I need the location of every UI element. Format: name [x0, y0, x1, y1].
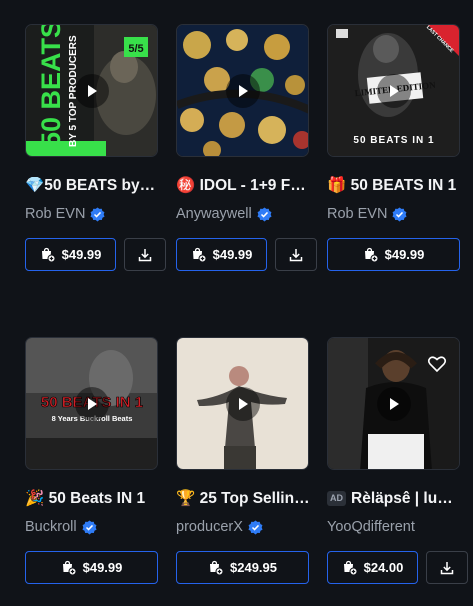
producer-name[interactable]: Buckroll	[25, 518, 77, 536]
add-to-cart-button[interactable]: $249.95	[176, 551, 309, 584]
beat-cover[interactable]	[176, 24, 309, 157]
producer-name[interactable]: Rob EVN	[25, 205, 85, 223]
producer-name[interactable]: Rob EVN	[327, 205, 387, 223]
price-label: $249.95	[230, 560, 277, 575]
beat-card[interactable]: 🏆 25 Top Selling Beats producerX $249.95	[176, 337, 310, 584]
price-label: $49.99	[212, 247, 253, 262]
beat-grid: 5/5 50 BEATS BY 5 TOP PRODUCERS 💎50 BEAT…	[0, 0, 473, 606]
play-icon[interactable]	[376, 386, 411, 421]
beat-card[interactable]: AD Rèläpsê | lunchbox YooQdifferent $24.0…	[327, 337, 468, 584]
add-to-cart-button[interactable]: $49.99	[327, 238, 460, 271]
beat-title[interactable]: 🎁 50 BEATS IN 1	[327, 176, 461, 196]
download-button[interactable]	[124, 238, 166, 271]
beat-cover[interactable]: 5/5 50 BEATS BY 5 TOP PRODUCERS	[25, 24, 158, 157]
add-to-cart-button[interactable]: $49.99	[25, 551, 158, 584]
beat-card[interactable]: 5/5 50 BEATS BY 5 TOP PRODUCERS 💎50 BEAT…	[25, 24, 166, 271]
cover-badge: 5/5	[128, 43, 143, 55]
cover-big-text: 50 BEATS	[36, 25, 66, 147]
beat-title-text[interactable]: Rèläpsê | lunchbox	[351, 490, 461, 507]
beat-card[interactable]: ㊙️ IDOL - 1+9 FREE Anywaywell $49.99	[176, 24, 317, 271]
add-to-cart-button[interactable]: $49.99	[176, 238, 267, 271]
cover-caption-text: 50 BEATS IN 1	[353, 135, 434, 146]
beat-title[interactable]: ㊙️ IDOL - 1+9 FREE	[176, 176, 310, 196]
price-label: $49.99	[82, 560, 123, 575]
beat-title[interactable]: 💎50 BEATS by 5 TOP PRODUCERS	[25, 176, 159, 196]
producer-name[interactable]: YooQdifferent	[327, 518, 415, 536]
price-label: $49.99	[61, 247, 102, 262]
play-icon[interactable]	[74, 73, 109, 108]
beat-cover[interactable]: LAST CHANCE LIMITED EDITION 50 BEATS IN …	[327, 24, 460, 157]
play-icon[interactable]	[376, 73, 411, 108]
cart-plus-icon	[210, 560, 224, 575]
download-button[interactable]	[275, 238, 317, 271]
download-icon	[289, 248, 303, 261]
play-icon[interactable]	[225, 386, 260, 421]
producer-link[interactable]: Rob EVN	[327, 205, 461, 223]
add-to-cart-button[interactable]: $49.99	[25, 238, 116, 271]
producer-link[interactable]: Anywaywell	[176, 205, 310, 223]
cart-plus-icon	[41, 247, 56, 262]
play-icon[interactable]	[225, 73, 260, 108]
producer-link[interactable]: Buckroll	[25, 518, 159, 536]
producer-name[interactable]: producerX	[176, 518, 243, 536]
add-to-cart-button[interactable]: $24.00	[327, 551, 418, 584]
download-button[interactable]	[426, 551, 468, 584]
beat-card[interactable]: 50 BEATS IN 1 8 Years Buckroll Beats 🎉 5…	[25, 337, 159, 584]
producer-link[interactable]: producerX	[176, 518, 310, 536]
cart-plus-icon	[62, 560, 77, 575]
producer-name[interactable]: Anywaywell	[176, 205, 252, 223]
beat-title[interactable]: 🏆 25 Top Selling Beats	[176, 489, 310, 509]
beat-cover[interactable]: 50 BEATS IN 1 8 Years Buckroll Beats	[25, 337, 158, 470]
cart-plus-icon	[364, 247, 379, 262]
price-label: $49.99	[384, 247, 425, 262]
download-icon	[440, 561, 454, 574]
beat-cover[interactable]	[176, 337, 309, 470]
producer-link[interactable]: YooQdifferent	[327, 518, 461, 536]
ad-badge: AD	[327, 491, 346, 506]
producer-link[interactable]: Rob EVN	[25, 205, 159, 223]
play-icon[interactable]	[74, 386, 109, 421]
verified-icon	[248, 519, 263, 535]
verified-icon	[392, 206, 407, 222]
cart-plus-icon	[192, 247, 207, 262]
beat-cover[interactable]	[327, 337, 460, 470]
beat-title[interactable]: 🎉 50 Beats IN 1	[25, 489, 159, 509]
verified-icon	[82, 519, 97, 535]
verified-icon	[90, 206, 105, 222]
cart-plus-icon	[343, 560, 358, 575]
price-label: $24.00	[363, 560, 404, 575]
heart-icon[interactable]	[427, 354, 447, 374]
verified-icon	[257, 206, 272, 222]
beat-title[interactable]: AD Rèläpsê | lunchbox	[327, 489, 461, 509]
beat-card[interactable]: LAST CHANCE LIMITED EDITION 50 BEATS IN …	[327, 24, 461, 271]
download-icon	[138, 248, 152, 261]
